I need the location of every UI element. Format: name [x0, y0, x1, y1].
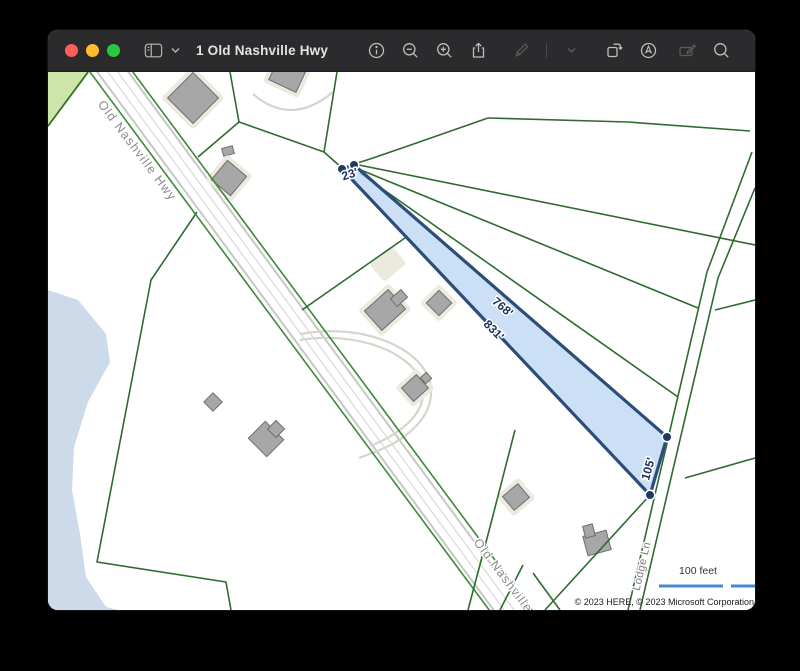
scale-label: 100 feet [679, 565, 717, 577]
titlebar: 1 Old Nashville Hwy [48, 30, 755, 72]
close-button[interactable] [65, 44, 78, 57]
markup-icon [512, 41, 531, 60]
building [204, 393, 222, 411]
zoom-out-icon[interactable] [401, 41, 420, 60]
sidebar-toggle-button[interactable] [144, 41, 163, 60]
parcel-map: Old Nashville HwyOld NashvilleLodge Ln23… [48, 72, 755, 610]
markup-chevron-icon [562, 41, 581, 60]
water-body [48, 290, 118, 610]
rotate-icon[interactable] [605, 41, 624, 60]
quicklook-window: 1 Old Nashville Hwy Old Nashville HwyOld… [48, 30, 755, 610]
map-canvas[interactable]: Old Nashville HwyOld NashvilleLodge Ln23… [48, 72, 755, 610]
window-title: 1 Old Nashville Hwy [196, 43, 328, 58]
green-field [48, 72, 90, 128]
parcel-boundary-lines [90, 72, 755, 610]
fill-sign-icon [678, 41, 697, 60]
parcel-vertex-dot[interactable] [645, 490, 655, 500]
building [222, 146, 235, 157]
toolbar [367, 41, 755, 60]
traffic-lights [65, 44, 120, 57]
map-attribution: © 2023 HERE, © 2023 Microsoft Corporatio… [575, 597, 754, 607]
road-old-nashville-hwy [101, 72, 521, 610]
toolbar-divider [546, 43, 547, 58]
info-icon[interactable] [367, 41, 386, 60]
annotate-icon[interactable] [639, 41, 658, 60]
zoom-in-icon[interactable] [435, 41, 454, 60]
zoom-button[interactable] [107, 44, 120, 57]
search-icon[interactable] [712, 41, 731, 60]
buildings [161, 72, 611, 556]
building [168, 73, 219, 124]
title-chevron-icon[interactable] [170, 41, 181, 60]
minimize-button[interactable] [86, 44, 99, 57]
scale-bar: 100 feet [659, 565, 755, 586]
share-icon[interactable] [469, 41, 488, 60]
parcel-vertex-dot[interactable] [662, 432, 672, 442]
